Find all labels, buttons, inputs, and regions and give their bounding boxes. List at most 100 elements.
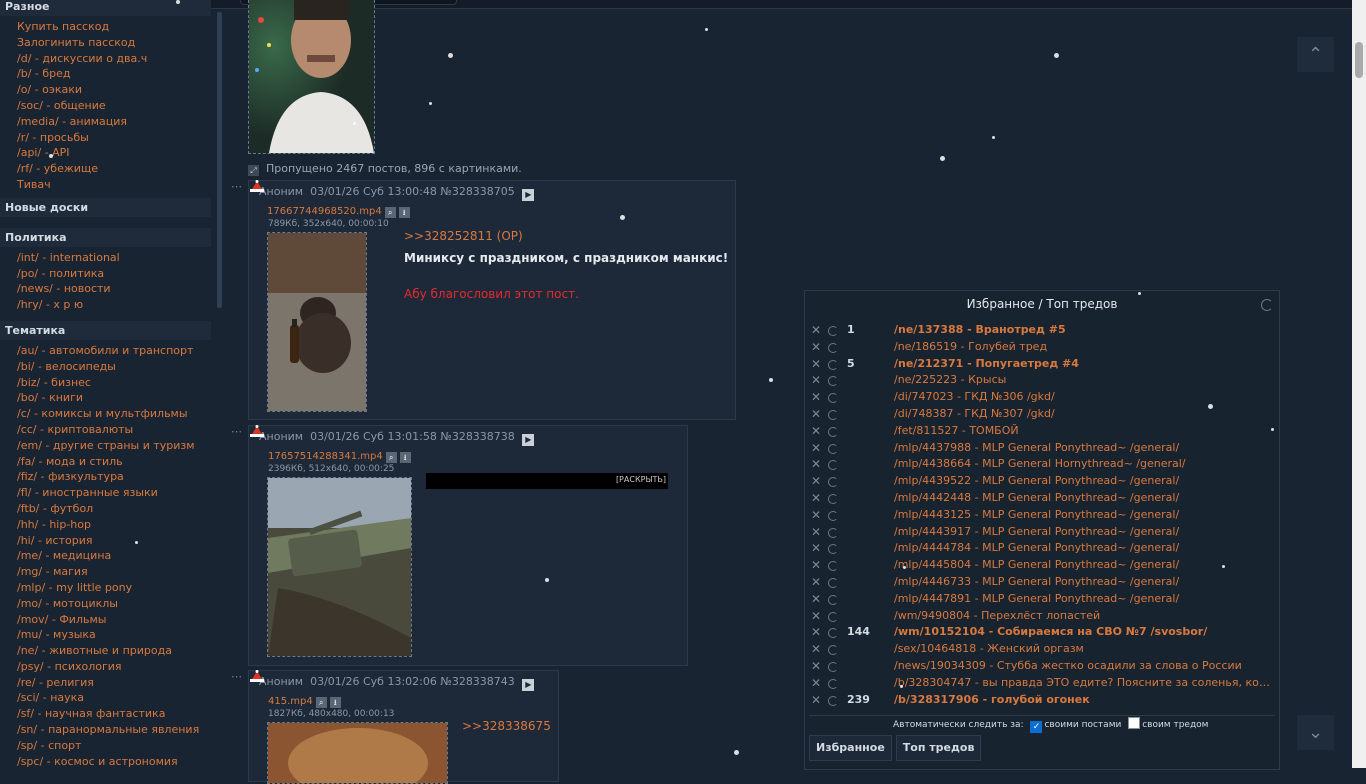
sidebar-board-link[interactable]: /sci/ - наука (17, 690, 211, 706)
remove-icon[interactable]: ✕ (811, 624, 821, 641)
play-icon[interactable]: ▶ (522, 189, 535, 201)
refresh-icon[interactable] (828, 426, 838, 437)
post-menu-dots[interactable]: ⋯ (231, 425, 242, 438)
favorite-thread-link[interactable]: /ne/137388 - Вранотред #5 (894, 322, 1274, 339)
download-icon[interactable]: ⭳ (398, 207, 410, 218)
own-thread-checkbox[interactable] (1128, 717, 1141, 729)
sidebar-board-link[interactable]: /fa/ - мода и стиль (17, 454, 211, 470)
sidebar-board-link[interactable]: /psy/ - психология (17, 659, 211, 675)
file-link[interactable]: 17657514288341.mp4 (268, 451, 383, 462)
sidebar-board-link[interactable]: /fiz/ - физкультура (17, 469, 211, 485)
sidebar-board-link[interactable]: /rf/ - убежище (17, 161, 211, 177)
post-number[interactable]: №328338738 (440, 430, 514, 443)
sidebar-board-link[interactable]: /news/ - новости (17, 281, 211, 297)
sidebar-board-link[interactable]: /d/ - дискуссии о два.ч (17, 51, 211, 67)
favorite-thread-link[interactable]: /mlp/4442448 - MLP General Ponythread~ /… (894, 490, 1274, 507)
refresh-icon[interactable] (828, 409, 838, 420)
favorite-thread-link[interactable]: /mlp/4438664 - MLP General Hornythread~ … (894, 456, 1274, 473)
refresh-icon[interactable] (828, 443, 838, 454)
tab-top-threads[interactable]: Топ тредов (895, 735, 982, 761)
favorite-thread-link[interactable]: /mlp/4446733 - MLP General Ponythread~ /… (894, 574, 1274, 591)
search-icon[interactable]: ⌕ (315, 697, 327, 708)
remove-icon[interactable]: ✕ (811, 641, 821, 658)
remove-icon[interactable]: ✕ (811, 591, 821, 608)
sidebar-board-link[interactable]: /cc/ - криптовалюты (17, 422, 211, 438)
post-image[interactable] (267, 232, 367, 412)
remove-icon[interactable]: ✕ (811, 423, 821, 440)
remove-icon[interactable]: ✕ (811, 339, 821, 356)
sidebar-board-link[interactable]: Тивач (17, 177, 211, 193)
favorite-thread-link[interactable]: /mlp/4443917 - MLP General Ponythread~ /… (894, 524, 1274, 541)
file-link[interactable]: 415.mp4 (268, 696, 313, 707)
refresh-icon[interactable] (828, 527, 838, 538)
refresh-icon[interactable] (828, 561, 838, 572)
section-title[interactable]: Тематика (0, 320, 211, 340)
remove-icon[interactable]: ✕ (811, 356, 821, 373)
favorite-thread-link[interactable]: /di/748387 - ГКД №307 /gkd/ (894, 406, 1274, 423)
favorite-thread-link[interactable]: /news/19034309 - Стубба жестко осадили з… (894, 658, 1274, 675)
remove-icon[interactable]: ✕ (811, 524, 821, 541)
refresh-icon[interactable] (828, 661, 838, 672)
reply-link[interactable]: >>328252811 (OP) (404, 229, 523, 243)
sidebar-board-link[interactable]: /media/ - анимация (17, 114, 211, 130)
remove-icon[interactable]: ✕ (811, 507, 821, 524)
favorite-thread-link[interactable]: /mlp/4445804 - MLP General Ponythread~ /… (894, 557, 1274, 574)
refresh-icon[interactable] (828, 544, 838, 555)
file-link[interactable]: 17667744968520.mp4 (267, 206, 382, 217)
play-icon[interactable]: ▶ (522, 434, 535, 446)
sidebar-board-link[interactable]: /sn/ - паранормальные явления (17, 722, 211, 738)
play-icon[interactable]: ▶ (522, 679, 535, 691)
refresh-icon[interactable] (828, 611, 838, 622)
sidebar-board-link[interactable]: /bi/ - велосипеды (17, 359, 211, 375)
search-icon[interactable]: ⌕ (385, 452, 397, 463)
refresh-icon[interactable] (828, 493, 838, 504)
sidebar-board-link[interactable]: /ne/ - животные и природа (17, 643, 211, 659)
remove-icon[interactable]: ✕ (811, 440, 821, 457)
refresh-icon[interactable] (828, 460, 838, 471)
sidebar-board-link[interactable]: /mo/ - мотоциклы (17, 596, 211, 612)
favorite-thread-link[interactable]: /wm/9490804 - Перехлёст лопастей (894, 608, 1274, 625)
favorite-thread-link[interactable]: /mlp/4444784 - MLP General Ponythread~ /… (894, 540, 1274, 557)
sidebar-board-link[interactable]: /o/ - оэкаки (17, 82, 211, 98)
own-posts-checkbox[interactable]: ✓ (1030, 721, 1043, 733)
refresh-icon[interactable] (828, 645, 838, 656)
remove-icon[interactable]: ✕ (811, 608, 821, 625)
remove-icon[interactable]: ✕ (811, 658, 821, 675)
sidebar-board-link[interactable]: /au/ - автомобили и транспорт (17, 343, 211, 359)
sidebar-board-link[interactable]: /hry/ - х р ю (17, 297, 211, 313)
sidebar-board-link[interactable]: /hi/ - история (17, 533, 211, 549)
sidebar-board-link[interactable]: /soc/ - общение (17, 98, 211, 114)
scroll-down-button[interactable]: ⌄ (1297, 715, 1334, 750)
expand-icon[interactable]: ⤢ (248, 165, 259, 176)
sidebar-board-link[interactable]: /biz/ - бизнес (17, 375, 211, 391)
refresh-icon[interactable] (828, 678, 838, 689)
spoiler-text[interactable]: [РАСКРЫТЬ] (426, 473, 668, 489)
post-image[interactable] (248, 0, 375, 154)
sidebar-board-link[interactable]: /spc/ - космос и астрономия (17, 754, 211, 768)
section-title[interactable]: Новые доски (0, 197, 211, 217)
refresh-icon[interactable] (1261, 299, 1273, 311)
sidebar-scrollbar[interactable] (217, 12, 222, 308)
favorite-thread-link[interactable]: /mlp/4443125 - MLP General Ponythread~ /… (894, 507, 1274, 524)
remove-icon[interactable]: ✕ (811, 372, 821, 389)
remove-icon[interactable]: ✕ (811, 692, 821, 709)
tab-favorites[interactable]: Избранное (809, 735, 892, 761)
remove-icon[interactable]: ✕ (811, 473, 821, 490)
remove-icon[interactable]: ✕ (811, 322, 821, 339)
refresh-icon[interactable] (828, 695, 838, 706)
post-number[interactable]: №328338705 (440, 185, 514, 198)
remove-icon[interactable]: ✕ (811, 557, 821, 574)
favorite-thread-link[interactable]: /wm/10152104 - Собираемся на СВО №7 /svo… (894, 624, 1274, 641)
post-image[interactable] (267, 722, 448, 784)
refresh-icon[interactable] (828, 577, 838, 588)
refresh-icon[interactable] (828, 359, 838, 370)
sidebar-board-link[interactable]: /c/ - комиксы и мультфильмы (17, 406, 211, 422)
scroll-up-button[interactable]: ⌃ (1297, 37, 1334, 72)
favorite-thread-link[interactable]: /b/328304747 - вы правда ЭТО едите? Пояс… (894, 675, 1274, 692)
favorite-thread-link[interactable]: /mlp/4439522 - MLP General Ponythread~ /… (894, 473, 1274, 490)
sidebar-board-link[interactable]: /hh/ - hip-hop (17, 517, 211, 533)
refresh-icon[interactable] (828, 628, 838, 639)
remove-icon[interactable]: ✕ (811, 490, 821, 507)
sidebar-board-link[interactable]: /mg/ - магия (17, 564, 211, 580)
favorite-thread-link[interactable]: /ne/186519 - Голубей тред (894, 339, 1274, 356)
